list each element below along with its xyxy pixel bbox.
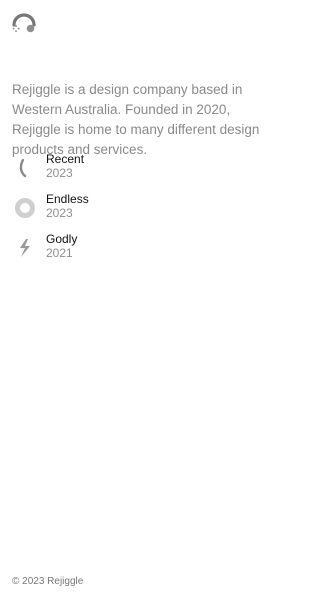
project-text: Endless 2023 bbox=[46, 192, 89, 220]
project-name: Endless bbox=[46, 192, 89, 206]
intro-paragraph: Rejiggle is a design company based in We… bbox=[12, 82, 260, 157]
ring-icon bbox=[12, 195, 38, 221]
project-name: Godly bbox=[46, 232, 78, 246]
copyright-footer: © 2023 Rejiggle bbox=[12, 576, 84, 587]
project-item-recent[interactable]: Recent 2023 bbox=[12, 152, 268, 192]
dots-arc-logo-icon bbox=[12, 13, 36, 33]
curved-line-icon bbox=[12, 155, 38, 181]
lightning-icon bbox=[12, 235, 38, 261]
project-item-endless[interactable]: Endless 2023 bbox=[12, 192, 268, 232]
project-text: Recent 2023 bbox=[46, 152, 84, 180]
project-text: Godly 2021 bbox=[46, 232, 77, 260]
project-year: 2023 bbox=[46, 166, 73, 180]
project-year: 2023 bbox=[46, 206, 73, 220]
rejiggle-logo[interactable] bbox=[10, 10, 38, 38]
project-year: 2021 bbox=[46, 246, 73, 260]
project-name: Recent bbox=[46, 152, 85, 166]
project-list: Recent 2023 Endless 2023 Godly 2021 bbox=[12, 152, 268, 272]
project-item-godly[interactable]: Godly 2021 bbox=[12, 232, 268, 272]
